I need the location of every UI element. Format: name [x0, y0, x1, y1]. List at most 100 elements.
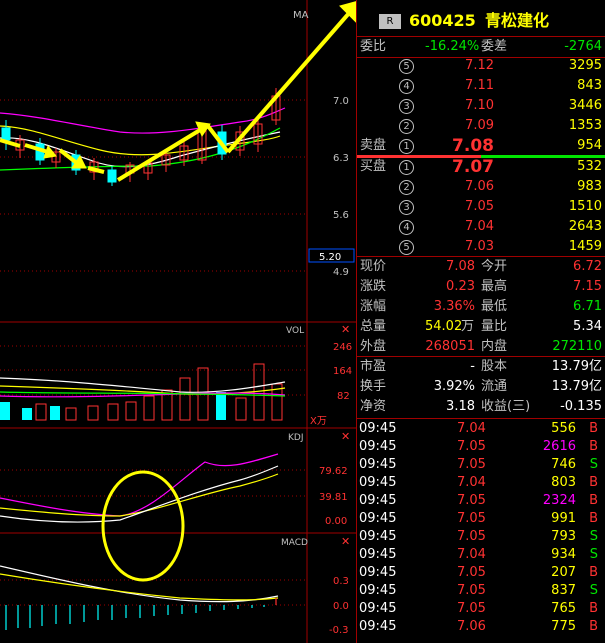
buy-order-row[interactable]: 4 7.04 2643 — [357, 217, 605, 237]
buy-order-volume: 1459 — [568, 239, 602, 254]
kdj-ticks: 79.62 39.81 0.00 — [319, 466, 348, 527]
kdj-k-line — [0, 465, 279, 523]
zhangfu-value: 3.36% — [433, 299, 475, 314]
tick-row[interactable]: 09:45 7.05 991 B — [357, 510, 605, 528]
zongliang-label: 总量 — [360, 319, 387, 334]
quote-panel: R 600425 青松建化 委比 -16.24% 委差 -2764 5 7.12 3… — [356, 0, 605, 643]
sell-order-volume: 3295 — [568, 58, 602, 73]
tick-time: 09:45 — [359, 475, 397, 490]
jingzi-label: 净资 — [360, 399, 387, 414]
price-tick: 4.9 — [333, 267, 349, 278]
huanshou-label: 换手 — [360, 379, 387, 394]
tick-row[interactable]: 09:45 7.04 803 B — [357, 474, 605, 492]
tick-side: S — [589, 547, 598, 562]
tick-time: 09:45 — [359, 601, 397, 616]
tick-price: 7.05 — [457, 529, 486, 544]
sell-order-row[interactable]: 5 7.12 3295 — [357, 56, 605, 76]
kdj-j-line — [0, 453, 279, 517]
tick-row[interactable]: 09:45 7.04 934 S — [357, 546, 605, 564]
tick-volume: 207 — [551, 565, 576, 580]
shiying-label: 市盈 — [360, 359, 387, 374]
sell-order-volume: 843 — [577, 78, 602, 93]
tick-side: B — [589, 421, 598, 436]
divider — [357, 418, 605, 419]
tick-side: S — [589, 457, 598, 472]
buy-order-row[interactable]: 3 7.05 1510 — [357, 197, 605, 217]
kdj-tick: 79.62 — [319, 466, 348, 477]
tick-row[interactable]: 09:45 7.05 746 S — [357, 456, 605, 474]
vol-unit: X万 — [310, 416, 327, 427]
buy-order-price: 7.06 — [465, 179, 494, 194]
guben-label: 股本 — [481, 359, 508, 374]
stock-name: 青松建化 — [485, 11, 550, 30]
weibi-label: 委比 — [360, 39, 387, 54]
close-icon[interactable]: ✕ — [341, 323, 350, 336]
tick-price: 7.05 — [457, 583, 486, 598]
level-badge: 2 — [399, 180, 414, 195]
tick-price: 7.04 — [457, 421, 486, 436]
tick-row[interactable]: 09:45 7.05 765 B — [357, 600, 605, 618]
quote-row: 涨跌 0.23 最高 7.15 — [357, 277, 605, 297]
tick-row[interactable]: 09:45 7.05 2616 B — [357, 438, 605, 456]
sell-label-row: 卖盘 — [357, 136, 605, 156]
kdj-tick: 39.81 — [319, 492, 348, 503]
zongliang-unit: 万 — [461, 319, 475, 334]
kdj-lines — [0, 453, 279, 523]
close-icon[interactable]: ✕ — [341, 535, 350, 548]
vol-tick: 164 — [333, 366, 352, 377]
level-badge: 3 — [399, 99, 414, 114]
sell-order-volume: 1353 — [568, 118, 602, 133]
tick-side: B — [589, 511, 598, 526]
tick-price: 7.05 — [457, 601, 486, 616]
tick-price: 7.06 — [457, 619, 486, 634]
shouyi-label: 收益(三) — [481, 399, 531, 414]
tick-time: 09:45 — [359, 565, 397, 580]
quote-row: 市盈 - 股本 13.79亿 — [357, 357, 605, 377]
stock-chart-area[interactable]: MA 7.0 6.3 5.6 4.9 5.20 VOL ✕ 246 164 82… — [0, 0, 356, 643]
buy-order-row[interactable]: 5 7.03 1459 — [357, 237, 605, 257]
tick-price: 7.04 — [457, 547, 486, 562]
shiying-value: - — [470, 359, 475, 374]
vol-tick: 82 — [337, 391, 350, 402]
sell-order-price: 7.09 — [465, 118, 494, 133]
tick-row[interactable]: 09:45 7.05 2324 B — [357, 492, 605, 510]
jinkai-value: 6.72 — [573, 259, 602, 274]
tick-row[interactable]: 09:45 7.04 556 B — [357, 420, 605, 438]
tick-volume: 793 — [551, 529, 576, 544]
tick-price: 7.05 — [457, 565, 486, 580]
buy-order-volume: 2643 — [568, 219, 602, 234]
ma-label: MA — [293, 10, 309, 21]
close-icon[interactable]: ✕ — [341, 430, 350, 443]
vol-ticks: 246 164 82 — [333, 342, 352, 402]
candlesticks — [1, 88, 281, 186]
zuigao-value: 7.15 — [573, 279, 602, 294]
liutong-value: 13.79亿 — [551, 379, 602, 394]
buy-order-row[interactable]: 1 7.07 532 — [357, 157, 605, 177]
sell-order-price: 7.11 — [465, 78, 494, 93]
tick-side: B — [589, 619, 598, 634]
tick-time: 09:45 — [359, 619, 397, 634]
quote-row: 现价 7.08 今开 6.72 — [357, 257, 605, 277]
sell-order-row[interactable]: 4 7.11 843 — [357, 76, 605, 96]
zhangfu-label: 涨幅 — [360, 299, 387, 314]
sell-order-row[interactable]: 3 7.10 3446 — [357, 96, 605, 116]
tick-row[interactable]: 09:45 7.05 793 S — [357, 528, 605, 546]
jingzi-value: 3.18 — [446, 399, 475, 414]
vol-label: VOL — [286, 326, 304, 336]
zuidi-label: 最低 — [481, 299, 508, 314]
stock-code: 600425 — [409, 11, 476, 30]
tick-time: 09:45 — [359, 547, 397, 562]
tick-row[interactable]: 09:45 7.06 775 B — [357, 618, 605, 636]
tick-row[interactable]: 09:45 7.05 837 S — [357, 582, 605, 600]
sell-order-row[interactable]: 2 7.09 1353 — [357, 116, 605, 136]
jinkai-label: 今开 — [481, 259, 508, 274]
ma-line-magenta — [0, 107, 286, 134]
tick-row[interactable]: 09:45 7.05 207 B — [357, 564, 605, 582]
macd-dea-line — [0, 573, 279, 601]
quote-row: 净资 3.18 收益(三) -0.135 — [357, 397, 605, 417]
tick-volume: 775 — [551, 619, 576, 634]
level-badge: 5 — [399, 59, 414, 74]
buy-order-row[interactable]: 2 7.06 983 — [357, 177, 605, 197]
annotation-arrows — [0, 1, 356, 182]
sell-order-price: 7.10 — [465, 98, 494, 113]
